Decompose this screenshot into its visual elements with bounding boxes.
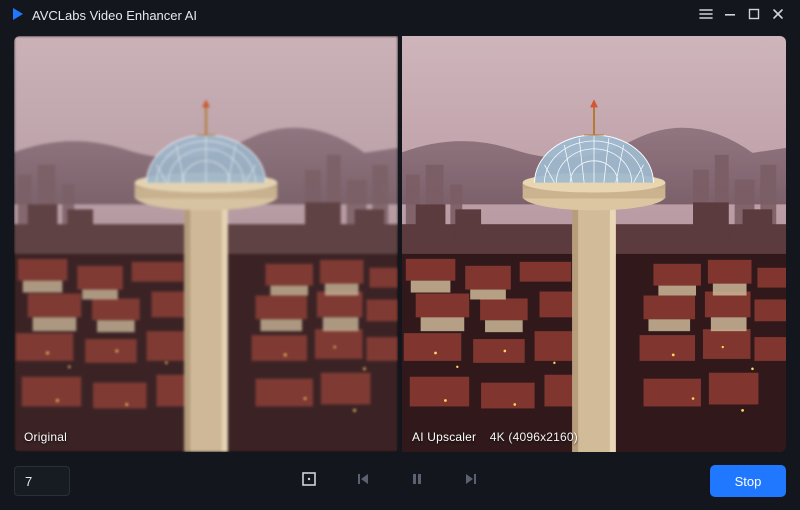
preview-area: Original: [0, 30, 800, 452]
maximize-button[interactable]: [742, 3, 766, 27]
frame-input[interactable]: [14, 466, 70, 496]
minimize-button[interactable]: [718, 3, 742, 27]
maximize-icon: [748, 8, 760, 23]
skip-forward-icon: [463, 471, 479, 492]
comparison-container: Original: [14, 36, 786, 452]
stop-button[interactable]: Stop: [710, 465, 786, 497]
pause-button[interactable]: [403, 467, 431, 495]
prev-frame-button[interactable]: [349, 467, 377, 495]
menu-button[interactable]: [694, 3, 718, 27]
original-pane: Original: [14, 36, 398, 452]
transport-controls: [80, 467, 700, 495]
app-title: AVCLabs Video Enhancer AI: [32, 8, 197, 23]
skip-back-icon: [355, 471, 371, 492]
bottom-bar: Stop: [0, 452, 800, 510]
app-window: AVCLabs Video Enhancer AI: [0, 0, 800, 510]
upscaled-pane: AI Upscaler 4K (4096x2160): [402, 36, 786, 452]
minimize-icon: [724, 8, 736, 23]
app-logo: AVCLabs Video Enhancer AI: [10, 6, 197, 25]
title-bar: AVCLabs Video Enhancer AI: [0, 0, 800, 30]
play-icon: [10, 6, 26, 25]
crop-button[interactable]: [295, 467, 323, 495]
pause-icon: [410, 472, 424, 491]
close-button[interactable]: [766, 3, 790, 27]
hamburger-icon: [699, 7, 713, 24]
next-frame-button[interactable]: [457, 467, 485, 495]
crop-icon: [300, 470, 318, 493]
close-icon: [772, 8, 784, 23]
